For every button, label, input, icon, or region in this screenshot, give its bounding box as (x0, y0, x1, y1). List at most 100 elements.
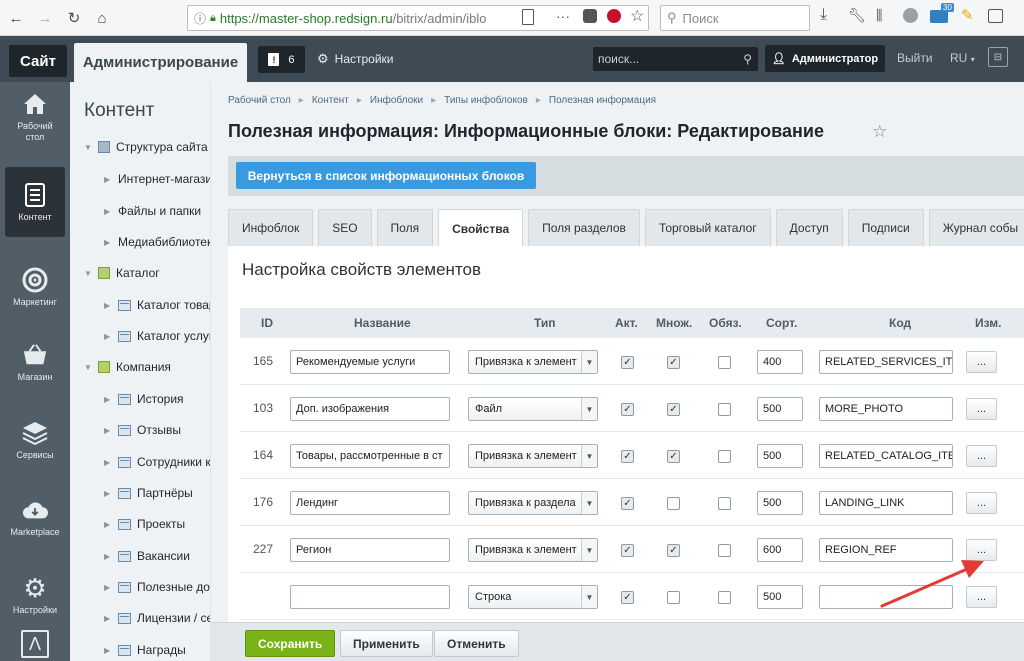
info-icon[interactable]: ⓘ (194, 10, 206, 27)
cancel-button[interactable]: Отменить (434, 630, 519, 657)
tab-access[interactable]: Доступ (775, 209, 843, 246)
type-select[interactable]: Привязка к раздела ▼ (468, 491, 598, 515)
forward-arrow-icon[interactable]: → (32, 5, 58, 31)
name-input[interactable]: Товары, рассмотренные в ст (290, 444, 450, 468)
active-checkbox[interactable]: ✓ (621, 544, 634, 557)
save-button[interactable]: Сохранить (245, 630, 336, 657)
required-checkbox[interactable] (718, 544, 731, 557)
settings-link[interactable]: ⚙ Настройки (317, 51, 394, 67)
active-checkbox[interactable]: ✓ (621, 403, 634, 416)
tree-item[interactable]: ▶ Сотрудники к (104, 455, 210, 469)
tree-item[interactable]: ▶ Полезные док (104, 580, 210, 594)
menu-item-content[interactable]: Контент (5, 167, 65, 237)
active-checkbox[interactable]: ✓ (621, 591, 634, 604)
tab-event-log[interactable]: Журнал собы (928, 209, 1024, 246)
sort-input[interactable]: 500 (757, 397, 803, 421)
type-select[interactable]: Привязка к элемент ▼ (468, 350, 598, 374)
name-input[interactable]: Лендинг (290, 491, 450, 515)
tree-item[interactable]: ▶ История (104, 392, 184, 406)
breadcrumb-link[interactable]: Рабочий стол (228, 95, 291, 106)
sort-input[interactable]: 400 (757, 350, 803, 374)
tree-item[interactable]: ▶ Вакансии (104, 549, 190, 563)
type-select[interactable]: Привязка к элемент ▼ (468, 444, 598, 468)
tab-properties[interactable]: Свойства (438, 209, 524, 247)
code-input[interactable]: LANDING_LINK (819, 491, 953, 515)
type-select[interactable]: Файл ▼ (468, 397, 598, 421)
browser-search-input[interactable]: ⚲ Поиск (660, 5, 810, 31)
edit-property-button[interactable]: ... (966, 445, 997, 467)
type-select[interactable]: Привязка к элемент ▼ (468, 538, 598, 562)
tree-item[interactable]: ▶ Награды (104, 643, 186, 657)
tree-item[interactable]: ▶ Отзывы (104, 423, 181, 437)
back-to-list-button[interactable]: Вернуться в список информационных блоков (236, 162, 536, 189)
tree-item[interactable]: ▶ Каталог услуг (104, 329, 210, 343)
menu-item-shop[interactable]: Магазин (0, 327, 70, 397)
wrench-icon[interactable]: 🔧︎ (848, 7, 866, 24)
language-select[interactable]: RU ▾ (950, 51, 975, 65)
edit-property-button[interactable]: ... (966, 492, 997, 514)
tree-item[interactable]: ▶Каталог товаров (104, 298, 210, 312)
admin-button[interactable]: Администрирование (74, 43, 247, 82)
reader-view-icon[interactable] (522, 9, 534, 25)
menu-item-services[interactable]: Сервисы (0, 405, 70, 475)
multiple-checkbox[interactable] (667, 591, 680, 604)
tab-infoblock[interactable]: Инфоблок (228, 209, 314, 246)
edit-property-button[interactable]: ... (966, 351, 997, 373)
more-icon[interactable]: ··· (556, 8, 570, 24)
sidebar-toggle-icon[interactable] (988, 9, 1003, 23)
home-icon[interactable]: ⌂ (89, 5, 115, 31)
menu-item-marketplace[interactable]: Marketplace (0, 482, 70, 552)
active-checkbox[interactable]: ✓ (621, 497, 634, 510)
multiple-checkbox[interactable]: ✓ (667, 544, 680, 557)
admin-search-input[interactable]: поиск... ⚲ (593, 47, 758, 71)
menu-item-desktop[interactable]: Рабочий стол (0, 82, 70, 152)
breadcrumb-link[interactable]: Контент (312, 95, 349, 106)
tree-item[interactable]: ▼ Каталог (84, 266, 160, 280)
tab-captions[interactable]: Подписи (847, 209, 924, 246)
bookmark-star-icon[interactable]: ☆ (630, 6, 644, 26)
code-input[interactable]: RELATED_CATALOG_ITE (819, 444, 953, 468)
back-arrow-icon[interactable]: ← (3, 5, 29, 31)
logout-link[interactable]: Выйти (897, 51, 933, 65)
active-checkbox[interactable]: ✓ (621, 450, 634, 463)
site-button[interactable]: Сайт (9, 45, 67, 77)
tree-item[interactable]: ▶ Файлы и папки (104, 204, 201, 218)
tree-item[interactable]: ▶ Проекты (104, 517, 185, 531)
url-bar[interactable]: ⓘ 🔒︎ https://master-shop.redsign.ru/bitr… (187, 5, 649, 31)
tab-trade-catalog[interactable]: Торговый каталог (644, 209, 771, 246)
extension-icon[interactable] (607, 9, 621, 23)
tree-item[interactable]: ▶ Лицензии / се (104, 611, 210, 625)
tab-seo[interactable]: SEO (318, 209, 372, 246)
type-select[interactable]: Строка ▼ (468, 585, 598, 609)
name-input[interactable] (290, 585, 450, 609)
tree-item[interactable]: ▼ Компания (84, 360, 171, 374)
required-checkbox[interactable] (718, 356, 731, 369)
pin-panel-icon[interactable]: ⊟ (988, 47, 1008, 67)
sort-input[interactable]: 600 (757, 538, 803, 562)
library-icon[interactable]: ⫼ (876, 7, 882, 24)
apply-button[interactable]: Применить (340, 630, 433, 657)
tree-item[interactable]: ▶ Интернет-магазин (104, 172, 210, 186)
required-checkbox[interactable] (718, 497, 731, 510)
breadcrumb-link[interactable]: Полезная информация (549, 95, 656, 106)
breadcrumb-link[interactable]: Инфоблоки (370, 95, 423, 106)
code-input[interactable]: RELATED_SERVICES_ITE (819, 350, 953, 374)
multiple-checkbox[interactable]: ✓ (667, 450, 680, 463)
pen-icon[interactable]: ✎ (961, 6, 974, 24)
name-input[interactable]: Регион (290, 538, 450, 562)
menu-item-settings[interactable]: ⚙ Настройки (0, 560, 70, 630)
favorite-star-icon[interactable]: ☆ (872, 122, 887, 142)
edit-property-button[interactable]: ... (966, 398, 997, 420)
menu-item-marketing[interactable]: Маркетинг (0, 252, 70, 322)
sort-input[interactable]: 500 (757, 444, 803, 468)
active-checkbox[interactable]: ✓ (621, 356, 634, 369)
required-checkbox[interactable] (718, 591, 731, 604)
name-input[interactable]: Рекомендуемые услуги (290, 350, 450, 374)
notifications-button[interactable]: ! 6 (258, 46, 305, 73)
multiple-checkbox[interactable] (667, 497, 680, 510)
sort-input[interactable]: 500 (757, 491, 803, 515)
pocket-icon[interactable] (583, 9, 597, 23)
tree-item[interactable]: ▶ Медиабиблиотека (104, 235, 210, 249)
tab-section-fields[interactable]: Поля разделов (528, 209, 640, 246)
tab-fields[interactable]: Поля (376, 209, 434, 246)
